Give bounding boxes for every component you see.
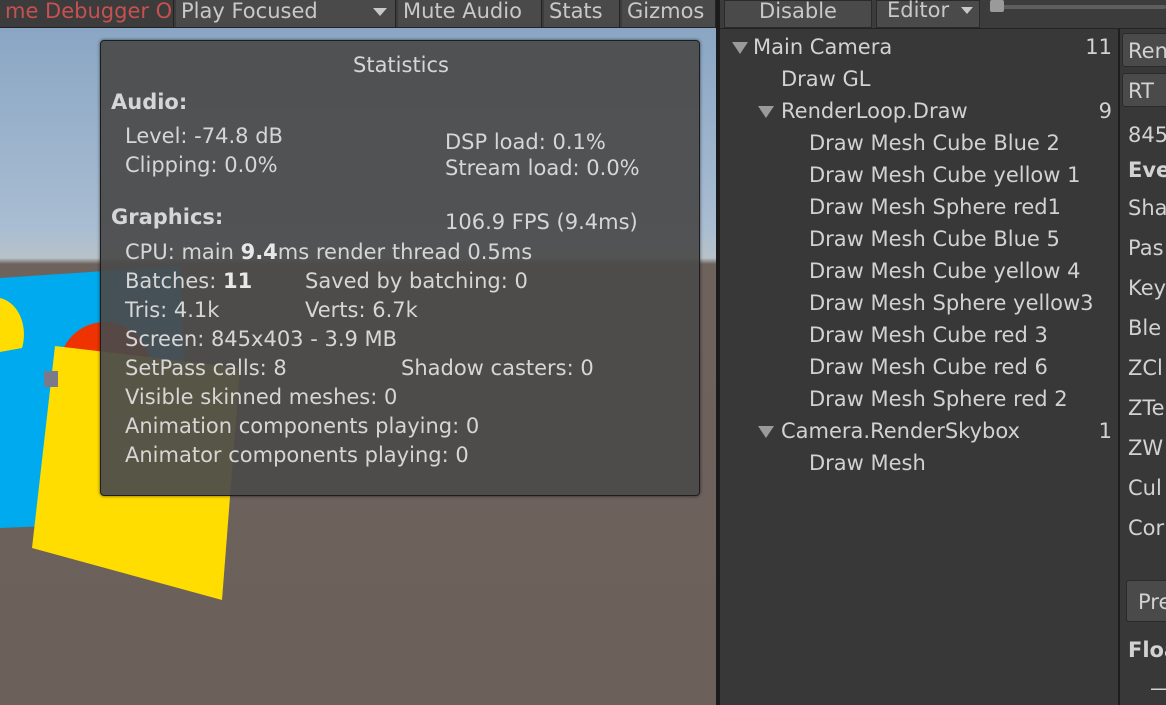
tree-item-draw-mesh[interactable]: Draw Mesh Cube Blue 2: [720, 127, 1118, 159]
visible-skinned-meshes: Visible skinned meshes: 0: [125, 385, 398, 409]
expand-arrow-icon[interactable]: [758, 106, 774, 118]
animation-components: Animation components playing: 0: [125, 414, 480, 438]
details-rt-label: RT: [1128, 79, 1154, 103]
tree-item-label: RenderLoop.Draw: [781, 99, 968, 123]
details-pass: Pas: [1128, 236, 1164, 260]
animator-components: Animator components playing: 0: [125, 443, 469, 467]
play-focused-label: Play Focused: [181, 0, 318, 23]
expand-arrow-icon[interactable]: [732, 42, 748, 54]
verts-count: Verts: 6.7k: [305, 298, 418, 322]
tree-item-draw-mesh[interactable]: Draw Mesh Sphere yellow3: [720, 287, 1118, 319]
fps-readout: 106.9 FPS (9.4ms): [445, 210, 638, 234]
tree-item-label: Draw Mesh: [809, 451, 926, 475]
tree-item-draw-mesh[interactable]: Draw Mesh Sphere red1: [720, 191, 1118, 223]
debugger-on-label: me Debugger On: [0, 0, 174, 27]
editor-label: Editor: [887, 0, 950, 22]
tree-item-draw-mesh[interactable]: Draw Mesh Cube red 6: [720, 351, 1118, 383]
statistics-panel: Statistics Audio: Level: -74.8 dB Clippi…: [100, 40, 700, 496]
tree-item-draw-mesh[interactable]: Draw Mesh Sphere red 2: [720, 383, 1118, 415]
expand-arrow-icon[interactable]: [758, 426, 774, 438]
details-blend: Ble: [1128, 316, 1162, 340]
tree-item-label: Draw Mesh Cube yellow 4: [809, 259, 1081, 283]
shadow-casters: Shadow casters: 0: [401, 356, 594, 380]
frame-debugger-toolbar: Disable Editor: [720, 0, 1166, 29]
cpu-suffix: ms render thread 0.5ms: [277, 240, 533, 264]
details-zclip: ZCl: [1128, 356, 1163, 380]
tree-item-label: Draw Mesh Cube Blue 2: [809, 131, 1060, 155]
game-toolbar: me Debugger On Play Focused Mute Audio S…: [0, 0, 716, 28]
tree-item-label: Draw Mesh Sphere red1: [809, 195, 1061, 219]
tree-item-label: Draw Mesh Cube yellow 1: [809, 163, 1081, 187]
dsp-load: DSP load: 0.1%: [445, 130, 606, 154]
screen-info: Screen: 845x403 - 3.9 MB: [125, 327, 398, 351]
setpass-calls: SetPass calls: 8: [125, 356, 287, 380]
saved-by-batching: Saved by batching: 0: [305, 269, 528, 293]
tree-item-label: Draw Mesh Cube Blue 5: [809, 227, 1060, 251]
cpu-main-value: 9.4: [240, 240, 278, 264]
stream-load: Stream load: 0.0%: [445, 156, 640, 180]
tree-item-draw-mesh[interactable]: Draw Mesh: [720, 447, 1118, 479]
tree-item-label: Draw Mesh Sphere yellow3: [809, 291, 1094, 315]
details-shader: Sha: [1128, 196, 1166, 220]
details-keywords: Key: [1128, 276, 1166, 300]
graphics-header: Graphics:: [111, 205, 224, 229]
tree-item-renderloop-draw[interactable]: RenderLoop.Draw 9: [720, 95, 1118, 127]
slider-thumb[interactable]: [990, 0, 1004, 12]
details-floats-header: Floa: [1128, 638, 1166, 662]
tree-item-label: Draw GL: [781, 67, 871, 91]
tree-item-count: 1: [1098, 419, 1112, 443]
tree-item-draw-mesh[interactable]: Draw Mesh Cube yellow 1: [720, 159, 1118, 191]
tree-item-label: Draw Mesh Cube red 3: [809, 323, 1048, 347]
tree-item-count: 9: [1098, 99, 1112, 123]
statistics-title: Statistics: [353, 53, 449, 77]
batches-value: 11: [222, 269, 253, 293]
audio-level: Level: -74.8 dB: [125, 124, 283, 148]
editor-dropdown[interactable]: Editor: [876, 0, 980, 28]
details-event-header: Eve: [1128, 158, 1166, 182]
details-zwrite: ZW: [1128, 436, 1164, 460]
tree-item-draw-mesh[interactable]: Draw Mesh Cube yellow 4: [720, 255, 1118, 287]
batches-prefix: Batches:: [125, 269, 223, 293]
tree-item-label: Camera.RenderSkybox: [781, 419, 1020, 443]
details-cull: Cul: [1128, 476, 1162, 500]
details-float-dash: —: [1150, 674, 1166, 702]
chevron-down-icon: [961, 7, 973, 14]
event-slider[interactable]: [990, 0, 1166, 28]
tree-item-draw-mesh[interactable]: Draw Mesh Cube red 3: [720, 319, 1118, 351]
audio-header: Audio:: [111, 90, 188, 114]
details-ztest: ZTe: [1128, 396, 1165, 420]
slider-track[interactable]: [990, 5, 1166, 9]
play-focused-dropdown[interactable]: Play Focused: [176, 0, 396, 27]
batches-line: Batches: 11: [125, 269, 252, 293]
grey-strip: [44, 371, 58, 387]
audio-clipping: Clipping: 0.0%: [125, 153, 278, 177]
event-tree: Main Camera 11 Draw GL RenderLoop.Draw 9…: [720, 29, 1118, 705]
details-conservative: Cor: [1128, 516, 1165, 540]
cpu-line: CPU: main 9.4ms render thread 0.5ms: [125, 240, 532, 264]
disable-button[interactable]: Disable: [724, 0, 872, 28]
details-preview-button[interactable]: Pre: [1138, 588, 1166, 616]
tris-count: Tris: 4.1k: [125, 298, 220, 322]
game-view: me Debugger On Play Focused Mute Audio S…: [0, 0, 716, 705]
tree-item-main-camera[interactable]: Main Camera 11: [720, 31, 1118, 63]
details-resolution: 845: [1128, 123, 1166, 147]
tree-item-count: 11: [1085, 35, 1112, 59]
gizmos-button[interactable]: Gizmos: [622, 0, 716, 27]
tree-item-label: Main Camera: [753, 35, 893, 59]
tree-item-draw-mesh[interactable]: Draw Mesh Cube Blue 5: [720, 223, 1118, 255]
chevron-down-icon: [373, 8, 387, 16]
mute-audio-button[interactable]: Mute Audio: [398, 0, 542, 27]
details-render-target-label: Ren: [1128, 39, 1166, 63]
cpu-prefix: CPU: main: [125, 240, 241, 264]
tree-item-camera-renderskybox[interactable]: Camera.RenderSkybox 1: [720, 415, 1118, 447]
tree-item-label: Draw Mesh Cube red 6: [809, 355, 1048, 379]
stats-button[interactable]: Stats: [544, 0, 620, 27]
event-details-panel: Ren RT 845 Eve Sha Pas Key Ble ZCl ZTe Z…: [1120, 29, 1166, 705]
tree-item-label: Draw Mesh Sphere red 2: [809, 387, 1068, 411]
tree-item-draw-gl[interactable]: Draw GL: [720, 63, 1118, 95]
